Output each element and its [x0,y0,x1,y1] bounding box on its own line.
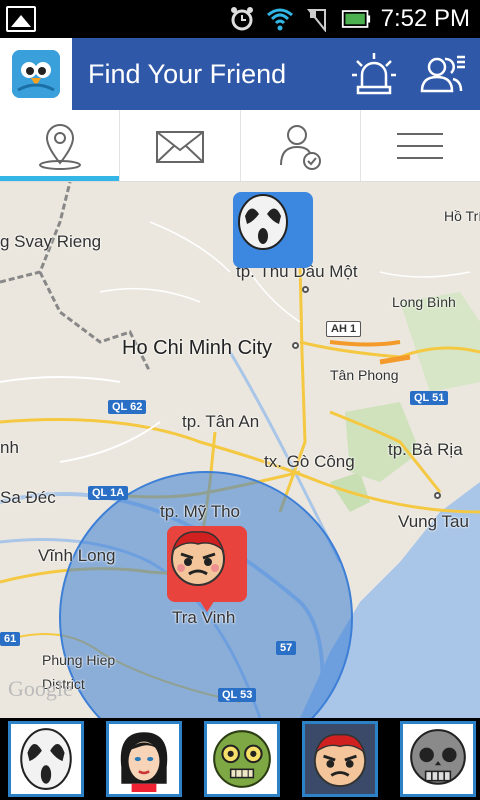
tab-bar [0,110,480,182]
location-pin-icon [38,123,81,170]
label-long-binh: Long Bình [392,294,456,310]
app-bar: Find Your Friend [0,38,480,110]
label-svay-rieng: g Svay Rieng [0,232,102,251]
friend-avatar-woman[interactable] [106,721,182,797]
shield-57: 57 [276,641,297,655]
map-view[interactable]: g Svay Rieng tp. Thủ Dầu Một Long Bình H… [0,182,480,718]
friends-strip [0,718,480,800]
label-ho-tri: Hồ Trí [444,208,480,224]
bird-logo-icon [12,50,60,98]
skull-face-icon [410,729,466,785]
tab-messages[interactable] [120,110,241,181]
alarm-icon [227,6,257,32]
tab-menu[interactable] [361,110,480,181]
city-dot-vung-tau [434,492,441,499]
friend-avatar-ghost[interactable] [8,721,84,797]
siren-icon [352,53,396,95]
shield-ql53: QL 53 [218,688,257,702]
friend-avatar-skull[interactable] [400,721,476,797]
shield-ah1: AH 1 [326,321,362,337]
zombie-face-icon [213,730,271,788]
tab-friend-requests[interactable] [241,110,361,181]
shield-ql51: QL 51 [410,391,449,405]
label-tan-an: tp. Tân An [182,412,260,431]
status-bar: 7:52 PM [0,0,480,38]
people-list-icon [420,55,465,93]
label-ba-ria: tp. Bà Rịa [388,440,463,459]
app-logo[interactable] [0,38,72,110]
friend-avatar-zombie[interactable] [204,721,280,797]
menu-icon [397,132,444,159]
tab-map[interactable] [0,110,121,181]
ghost-face-icon [20,728,72,790]
wifi-icon [265,6,295,32]
mail-icon [155,130,204,163]
label-nh: nh [0,438,19,457]
angry-face-icon [313,733,367,788]
friend-marker-ghost[interactable] [233,192,313,268]
city-dot-hcmc [292,342,299,349]
label-ho-chi-minh-city: Ho Chi Minh City [122,337,273,359]
google-watermark: Google [8,676,73,701]
alert-siren-button[interactable] [344,44,404,104]
gallery-notification-icon [6,6,36,32]
clock: 7:52 PM [380,5,470,32]
friend-marker-angry[interactable] [167,526,247,612]
ghost-face-icon [238,194,288,250]
label-my-tho: tp. Mỹ Tho [160,502,240,521]
angry-face-icon [171,531,225,586]
shield-ql1a: QL 1A [88,486,129,500]
woman-face-icon [120,732,168,792]
city-dot-thu-dau-mot [302,286,309,293]
signal-icon [303,6,333,32]
user-check-icon [280,124,322,170]
app-title: Find Your Friend [88,58,287,89]
label-vung-tau: Vung Tau [398,512,469,531]
shield-ql62: QL 62 [108,400,147,414]
label-sa-dec: Sa Đéc [0,488,56,507]
label-phung-hiep: Phung Hiep [42,652,116,668]
label-tan-phong: Tân Phong [330,367,399,383]
friend-avatar-angry[interactable] [302,721,378,797]
battery-icon [341,6,371,32]
shield-61: 61 [0,632,21,646]
friends-list-button[interactable] [412,44,472,104]
label-vinh-long: Vĩnh Long [38,546,116,565]
label-go-cong: tx. Gò Công [264,452,355,471]
